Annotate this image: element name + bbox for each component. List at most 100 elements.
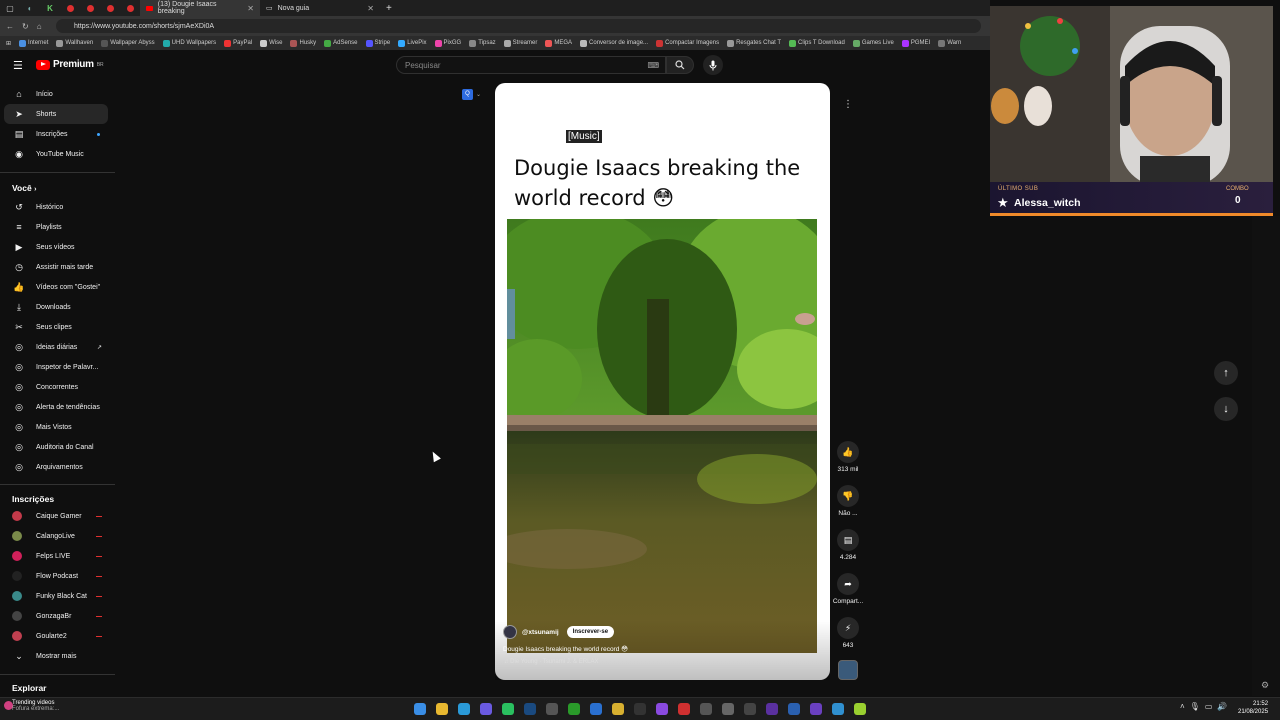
app-icon[interactable] [810, 703, 822, 715]
sidebar-item[interactable]: ◎ Inspetor de Palavr... [4, 357, 108, 377]
sidebar-item[interactable]: ◎ Alerta de tendências [4, 397, 108, 417]
app-icon[interactable] [832, 703, 844, 715]
sidebar-item[interactable]: ▶ Seus vídeos [4, 237, 108, 257]
bookmark-item[interactable]: AdSense [324, 39, 358, 47]
discord-icon[interactable] [480, 703, 492, 715]
sound-thumbnail[interactable] [838, 660, 858, 680]
whatsapp-icon[interactable] [502, 703, 514, 715]
pinned-tab[interactable]: ◐ [20, 0, 40, 16]
short-video[interactable] [507, 219, 817, 653]
taskbar-clock[interactable]: 21:52 21/08/2025 [1238, 700, 1268, 716]
sidebar-item[interactable]: ◉ YouTube Music [4, 144, 108, 164]
windows-start-icon[interactable] [414, 703, 426, 715]
subscription-item[interactable]: Felps LIVE [4, 546, 108, 566]
app-icon[interactable] [678, 703, 690, 715]
bookmark-item[interactable]: Conversor de image... [580, 39, 648, 47]
bookmark-item[interactable]: LivePix [398, 39, 427, 47]
bookmark-item[interactable]: Wallpaper Abyss [101, 39, 155, 47]
pinned-tab[interactable] [60, 0, 80, 16]
comments-button[interactable]: ▤ 4.284 [832, 529, 864, 561]
bookmark-item[interactable]: Resgates Chat T [727, 39, 781, 47]
bookmark-item[interactable]: Stripe [365, 39, 390, 47]
bookmark-item[interactable]: PayPal [224, 39, 252, 47]
tab-youtube-short[interactable]: (13) Dougie Isaacs breaking ✕ [140, 0, 260, 16]
obs-icon[interactable] [634, 703, 646, 715]
app-icon[interactable] [656, 703, 668, 715]
sidebar-item[interactable]: 👍 Vídeos com "Gostei" [4, 277, 108, 297]
pinned-tab[interactable] [120, 0, 140, 16]
network-icon[interactable]: ▭ [1205, 702, 1218, 711]
pinned-tab[interactable] [100, 0, 120, 16]
page-scrollbar[interactable] [1252, 216, 1280, 696]
trending-widget[interactable]: Trending videos Fofura extrema:... [12, 700, 59, 712]
bookmark-item[interactable]: Games Live [852, 39, 894, 47]
new-tab-button[interactable]: + [380, 0, 398, 16]
chevron-up-icon[interactable]: ˄ [1180, 702, 1190, 711]
previous-short-button[interactable]: ↑ [1214, 361, 1238, 385]
sidebar-item[interactable]: ⌂ Início [4, 84, 108, 104]
sidebar-item[interactable]: ➤ Shorts [4, 104, 108, 124]
show-more-button[interactable]: ⌄ Mostrar mais [4, 646, 108, 666]
sidebar-item[interactable]: ◎ Ideias diárias ↗ [4, 337, 108, 357]
sidebar-item[interactable]: ◎ Auditoria do Canal [4, 437, 108, 457]
menu-icon[interactable]: ☰ [13, 59, 23, 72]
keyboard-icon[interactable]: ⌨ [647, 61, 659, 70]
sidebar-item[interactable]: ◎ Concorrentes [4, 377, 108, 397]
short-caption[interactable]: Dougie Isaacs breaking the world record … [503, 645, 628, 653]
like-button[interactable]: 👍 313 mil [832, 441, 864, 473]
app-icon[interactable] [722, 703, 734, 715]
subscribe-button[interactable]: Inscrever-se [566, 626, 615, 638]
sidebar-item[interactable]: ◎ Mais Vistos [4, 417, 108, 437]
app-icon[interactable] [700, 703, 712, 715]
sidebar-item[interactable]: ◎ Arquivamentos [4, 457, 108, 477]
reload-icon[interactable]: ↻ [22, 22, 29, 31]
subscription-item[interactable]: Goularte2 [4, 626, 108, 646]
subscription-item[interactable]: GonzagaBr [4, 606, 108, 626]
edge-icon[interactable] [458, 703, 470, 715]
app-icon[interactable] [590, 703, 602, 715]
close-tab-icon[interactable]: ✕ [247, 4, 254, 13]
url-field[interactable]: https://www.youtube.com/shorts/sjmAeXDi0… [56, 19, 981, 33]
subscription-item[interactable]: Flow Podcast [4, 566, 108, 586]
file-explorer-icon[interactable] [436, 703, 448, 715]
bookmark-item[interactable]: Clips T Download [789, 39, 845, 47]
app-icon[interactable] [546, 703, 558, 715]
caption-language-button[interactable]: Q ⌄ [462, 89, 481, 100]
subscription-item[interactable]: Funky Black Cat [4, 586, 108, 606]
premiere-icon[interactable] [766, 703, 778, 715]
search-input[interactable]: Pesquisar ⌨ [396, 56, 666, 74]
app-icon[interactable] [744, 703, 756, 715]
channel-name[interactable]: @xtsunamij [522, 629, 559, 636]
chrome-icon[interactable] [612, 703, 624, 715]
sidebar-item[interactable]: ⤓ Downloads [4, 297, 108, 317]
tab-new-guide[interactable]: ▭ Nova guia ✕ [260, 0, 380, 16]
bookmark-item[interactable]: Husky [290, 39, 316, 47]
sidebar-item[interactable]: ✂ Seus clipes [4, 317, 108, 337]
back-icon[interactable]: ← [6, 22, 14, 31]
bookmark-item[interactable]: Internet [19, 39, 48, 47]
bookmark-item[interactable]: Wise [260, 39, 282, 47]
pinned-tab[interactable]: ▢ [0, 0, 20, 16]
bookmark-item[interactable]: Compactar Imagens [656, 39, 719, 47]
home-icon[interactable]: ⌂ [37, 22, 42, 31]
bookmark-item[interactable]: Streamer [503, 39, 537, 47]
xbox-icon[interactable] [568, 703, 580, 715]
apps-icon[interactable]: ⊞ [6, 40, 11, 47]
dislike-button[interactable]: 👎 Não ... [832, 485, 864, 517]
share-button[interactable]: ➦ Compart... [832, 573, 864, 605]
sidebar-item[interactable]: ◷ Assistir mais tarde [4, 257, 108, 277]
subscription-item[interactable]: CalangoLive [4, 526, 108, 546]
bookmark-item[interactable]: PGMEI [901, 39, 930, 47]
next-short-button[interactable]: ↓ [1214, 397, 1238, 421]
channel-avatar[interactable] [503, 625, 517, 639]
bookmark-item[interactable]: Warn [938, 39, 961, 47]
close-tab-icon[interactable]: ✕ [367, 4, 374, 13]
app-icon[interactable] [854, 703, 866, 715]
voice-search-button[interactable] [703, 55, 723, 75]
bookmark-item[interactable]: UHD Wallpapers [162, 39, 216, 47]
pinned-tab[interactable]: K [40, 0, 60, 16]
steam-icon[interactable] [524, 703, 536, 715]
bookmark-item[interactable]: PixGG [434, 39, 461, 47]
bookmark-item[interactable]: Tipsaz [469, 39, 496, 47]
remix-button[interactable]: ⚡ 643 [832, 617, 864, 649]
